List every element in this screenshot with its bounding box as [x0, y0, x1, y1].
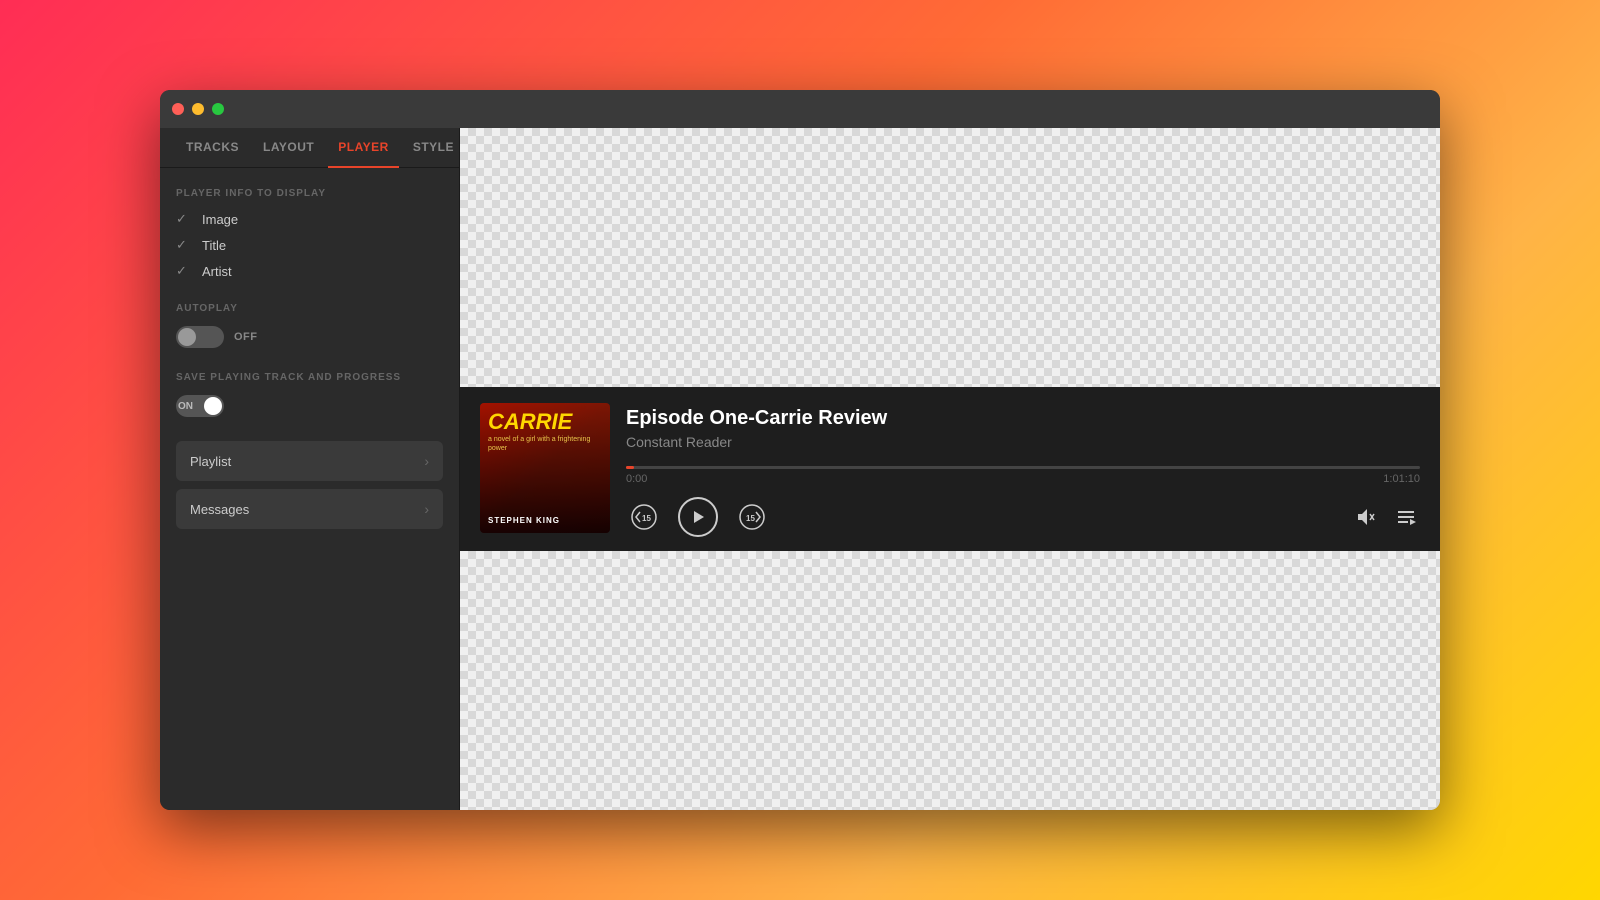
episode-author: Constant Reader: [626, 434, 1420, 450]
autoplay-toggle-row: OFF: [176, 326, 443, 348]
time-total: 1:01:10: [1383, 473, 1420, 485]
app-body: TRACKS LAYOUT PLAYER STYLE PLAYER INFO T…: [160, 128, 1440, 810]
tab-style[interactable]: STYLE: [403, 128, 464, 168]
player-controls: 15: [626, 497, 1420, 537]
progress-times: 0:00 1:01:10: [626, 473, 1420, 485]
svg-text:15: 15: [746, 514, 755, 523]
chevron-right-icon: ›: [424, 453, 429, 469]
check-icon-image: ✓: [176, 211, 192, 227]
check-icon-artist: ✓: [176, 263, 192, 279]
close-button[interactable]: [172, 103, 184, 115]
checkbox-image-label: Image: [202, 212, 238, 227]
save-toggle-row: ON: [176, 395, 443, 417]
sidebar-content: PLAYER INFO TO DISPLAY ✓ Image ✓ Title ✓…: [160, 168, 459, 810]
playlist-menu-item[interactable]: Playlist ›: [176, 441, 443, 481]
tab-player[interactable]: PLAYER: [328, 128, 399, 168]
player-top: CARRIE a novel of a girl with a frighten…: [480, 403, 1420, 537]
playlist-button[interactable]: [1392, 503, 1420, 531]
time-current: 0:00: [626, 473, 647, 485]
forward-icon: 15: [738, 503, 766, 531]
app-window: TRACKS LAYOUT PLAYER STYLE PLAYER INFO T…: [160, 90, 1440, 810]
player-info-label: PLAYER INFO TO DISPLAY: [176, 188, 443, 199]
check-icon-title: ✓: [176, 237, 192, 253]
album-art-text: CARRIE a novel of a girl with a frighten…: [488, 411, 602, 453]
preview-area-bottom: [460, 551, 1440, 810]
save-label: SAVE PLAYING TRACK AND PROGRESS: [176, 372, 443, 383]
tab-tracks[interactable]: TRACKS: [176, 128, 249, 168]
player-bar: CARRIE a novel of a girl with a frighten…: [460, 387, 1440, 551]
volume-icon: [1356, 507, 1376, 527]
save-on-label: ON: [178, 401, 197, 412]
maximize-button[interactable]: [212, 103, 224, 115]
tab-layout[interactable]: LAYOUT: [253, 128, 324, 168]
checkbox-artist-label: Artist: [202, 264, 232, 279]
progress-container: 0:00 1:01:10: [626, 466, 1420, 485]
save-toggle[interactable]: ON: [176, 395, 224, 417]
chevron-right-icon-2: ›: [424, 501, 429, 517]
tab-bar: TRACKS LAYOUT PLAYER STYLE: [160, 128, 459, 168]
autoplay-toggle-label: OFF: [234, 331, 258, 343]
play-icon: [690, 509, 706, 525]
progress-bar-fill: [626, 466, 634, 469]
autoplay-label: AUTOPLAY: [176, 303, 443, 314]
sidebar: TRACKS LAYOUT PLAYER STYLE PLAYER INFO T…: [160, 128, 460, 810]
preview-area-top: [460, 128, 1440, 387]
album-subtitle: a novel of a girl with a frightening pow…: [488, 435, 602, 453]
volume-button[interactable]: [1352, 503, 1380, 531]
player-info-section: PLAYER INFO TO DISPLAY ✓ Image ✓ Title ✓…: [176, 188, 443, 279]
progress-bar-track[interactable]: [626, 466, 1420, 469]
toggle-knob: [178, 328, 196, 346]
svg-text:15: 15: [642, 514, 651, 523]
album-art: CARRIE a novel of a girl with a frighten…: [480, 403, 610, 533]
messages-menu-item[interactable]: Messages ›: [176, 489, 443, 529]
checkbox-title[interactable]: ✓ Title: [176, 237, 443, 253]
play-button[interactable]: [678, 497, 718, 537]
autoplay-section: AUTOPLAY OFF: [176, 303, 443, 348]
checkbox-image[interactable]: ✓ Image: [176, 211, 443, 227]
messages-label: Messages: [190, 502, 249, 517]
save-section: SAVE PLAYING TRACK AND PROGRESS ON: [176, 372, 443, 417]
episode-title: Episode One-Carrie Review: [626, 407, 1420, 430]
playlist-label: Playlist: [190, 454, 231, 469]
autoplay-toggle[interactable]: [176, 326, 224, 348]
save-toggle-knob: [204, 397, 222, 415]
playlist-icon: [1396, 507, 1416, 527]
title-bar: [160, 90, 1440, 128]
player-inner: CARRIE a novel of a girl with a frighten…: [460, 387, 1440, 551]
traffic-lights: [172, 103, 224, 115]
checkbox-title-label: Title: [202, 238, 226, 253]
album-title: CARRIE: [488, 411, 602, 433]
right-controls: [1352, 503, 1420, 531]
album-author: STEPHEN KING: [488, 516, 602, 525]
rewind-icon: 15: [630, 503, 658, 531]
player-info: Episode One-Carrie Review Constant Reade…: [626, 403, 1420, 537]
rewind-button[interactable]: 15: [626, 499, 662, 535]
checkbox-artist[interactable]: ✓ Artist: [176, 263, 443, 279]
main-content: CARRIE a novel of a girl with a frighten…: [460, 128, 1440, 810]
minimize-button[interactable]: [192, 103, 204, 115]
forward-button[interactable]: 15: [734, 499, 770, 535]
